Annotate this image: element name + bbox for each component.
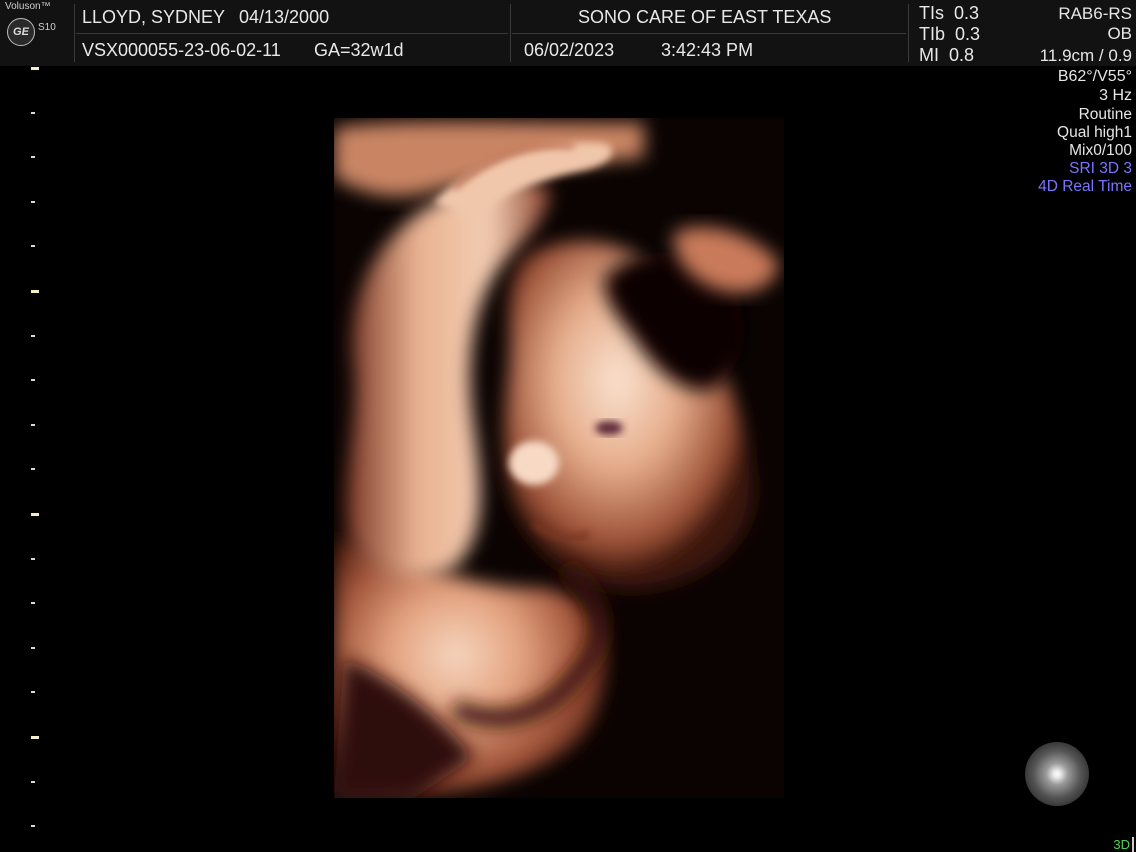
model-name: S10 (38, 22, 56, 33)
probe-angles: B62°/V55° (1057, 68, 1132, 85)
thermal-index-bone: TIb 0.3 (919, 24, 981, 44)
ge-logo-icon: GE (7, 18, 35, 46)
ruler-tick (31, 781, 35, 783)
ruler-tick (31, 691, 35, 693)
ruler-tick (31, 67, 39, 70)
ruler-tick (31, 245, 35, 247)
divider (510, 4, 511, 62)
ruler-tick (31, 112, 35, 114)
exam-time: 3:42:43 PM (661, 40, 754, 60)
thermal-index-soft: TIs 0.3 (919, 3, 980, 23)
header-bar: Voluson™ GE S10 LLOYD, SYDNEY 04/13/2000… (0, 0, 1136, 66)
divider (908, 4, 909, 62)
ruler-tick (31, 156, 35, 158)
ruler-tick (31, 558, 35, 560)
clinic-name: SONO CARE OF EAST TEXAS (578, 7, 832, 27)
ultrasound-3d-render (334, 118, 784, 798)
ruler-tick (31, 290, 39, 293)
preset-name: OB (1107, 24, 1132, 43)
ruler-tick (31, 736, 39, 739)
realtime-mode: 4D Real Time (1038, 178, 1132, 195)
render-light-orb-icon[interactable] (1025, 742, 1089, 806)
exam-id: VSX000055-23-06-02-11 (82, 40, 281, 60)
probe-name: RAB6-RS (1058, 4, 1132, 23)
exam-date: 06/02/2023 (524, 40, 615, 60)
patient-name: LLOYD, SYDNEY (82, 7, 226, 27)
mechanical-index: MI 0.8 (919, 45, 975, 65)
ruler-tick (31, 468, 35, 470)
ruler-tick (31, 424, 35, 426)
sri-setting: SRI 3D 3 (1069, 160, 1132, 177)
ruler-tick (31, 602, 35, 604)
brand-name: Voluson™ (5, 1, 51, 12)
ruler-tick (31, 335, 35, 337)
ruler-tick (31, 647, 35, 649)
ruler-tick (31, 201, 35, 203)
depth-scale: 11.9cm / 0.9 (1039, 46, 1132, 65)
mode-tag-3d: 3D (1113, 837, 1134, 852)
ruler-tick (31, 513, 39, 516)
divider (76, 33, 508, 34)
render-mode: Routine (1078, 106, 1132, 123)
depth-ruler (0, 66, 60, 852)
ruler-tick (31, 379, 35, 381)
ruler-tick (31, 825, 35, 827)
divider (74, 4, 75, 62)
brand-logo: Voluson™ GE S10 (0, 0, 74, 66)
patient-dob: 04/13/2000 (239, 7, 330, 27)
gestational-age: GA=32w1d (314, 40, 404, 60)
frame-rate: 3 Hz (1099, 87, 1132, 104)
divider (512, 33, 906, 34)
mix-setting: Mix0/100 (1069, 142, 1132, 159)
quality-setting: Qual high1 (1057, 124, 1132, 141)
